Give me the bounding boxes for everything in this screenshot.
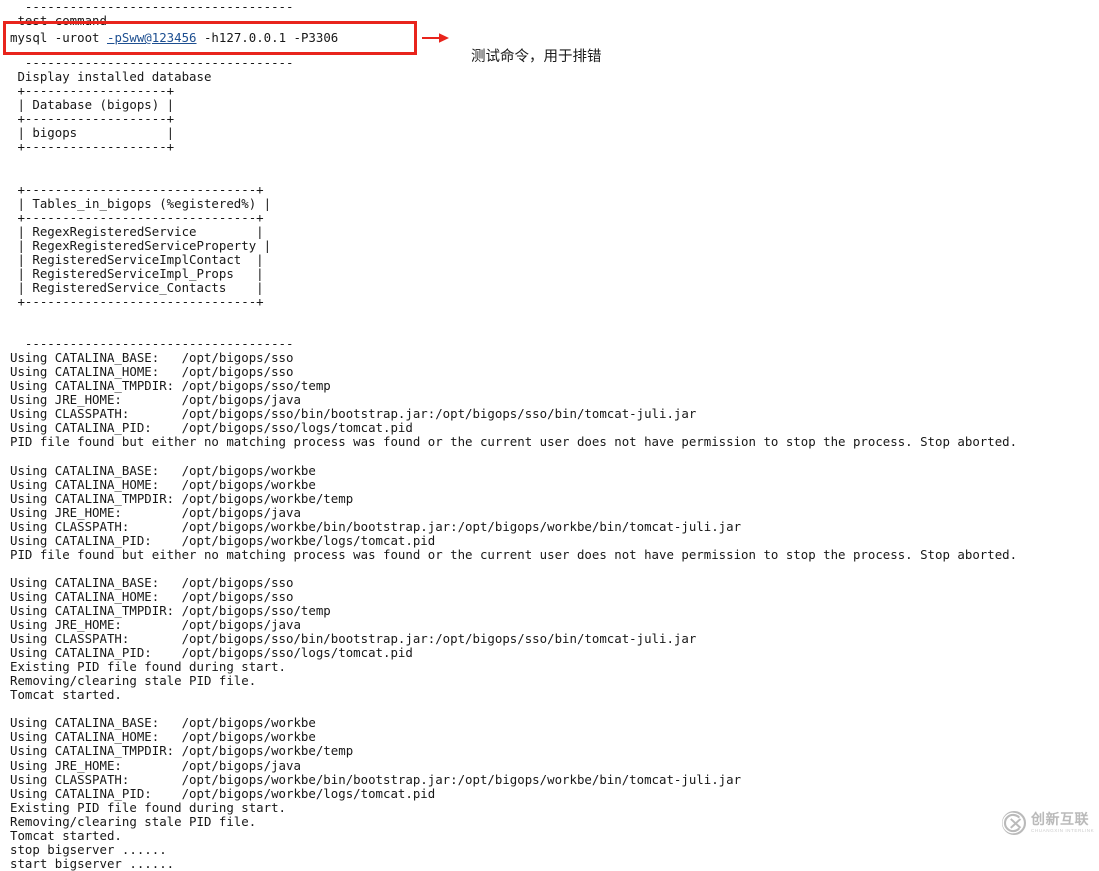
terminal-line: | RegisteredServiceImplContact | xyxy=(10,251,264,267)
terminal-line: Removing/clearing stale PID file. xyxy=(10,673,257,689)
terminal-line: Using CATALINA_BASE: /opt/bigops/sso xyxy=(10,574,294,590)
command-suffix: -h127.0.0.1 -P3306 xyxy=(196,30,339,45)
terminal-line: +-------------------------------+ xyxy=(10,209,264,225)
watermark: 创新互联 CHUANGXIN INTERLINK xyxy=(999,804,1095,842)
terminal-line: Using CATALINA_HOME: /opt/bigops/sso xyxy=(10,364,294,380)
terminal-line: start bigserver ...... xyxy=(10,855,175,871)
terminal-line: Using JRE_HOME: /opt/bigops/java xyxy=(10,617,301,633)
test-command-line: mysql -uroot -pSww@123456 -h127.0.0.1 -P… xyxy=(10,30,339,45)
terminal-line: Using CATALINA_BASE: /opt/bigops/workbe xyxy=(10,715,316,731)
terminal-line: Existing PID file found during start. xyxy=(10,659,287,675)
terminal-line: Using CATALINA_TMPDIR: /opt/bigops/sso/t… xyxy=(10,603,331,619)
terminal-line: Using CLASSPATH: /opt/bigops/sso/bin/boo… xyxy=(10,631,697,647)
terminal-line: Using CLASSPATH: /opt/bigops/workbe/bin/… xyxy=(10,771,742,787)
terminal-line: +-------------------+ xyxy=(10,83,175,99)
terminal-line: Using CLASSPATH: /opt/bigops/workbe/bin/… xyxy=(10,518,742,534)
terminal-line: Using JRE_HOME: /opt/bigops/java xyxy=(10,392,301,408)
terminal-line: ------------------------------------ xyxy=(10,336,294,352)
terminal-line: Using CATALINA_TMPDIR: /opt/bigops/workb… xyxy=(10,490,354,506)
terminal-line: Using CATALINA_PID: /opt/bigops/sso/logs… xyxy=(10,645,413,661)
terminal-line: Tomcat started. xyxy=(10,687,122,703)
terminal-line: Using JRE_HOME: /opt/bigops/java xyxy=(10,757,301,773)
terminal-line: | Tables_in_bigops (%egistered%) | xyxy=(10,195,272,211)
terminal-line: +-------------------------------+ xyxy=(10,181,264,197)
terminal-line: Using CATALINA_HOME: /opt/bigops/sso xyxy=(10,588,294,604)
watermark-logo-icon xyxy=(1001,810,1027,836)
terminal-line: | RegisteredService_Contacts | xyxy=(10,279,264,295)
terminal-line: | RegisteredServiceImpl_Props | xyxy=(10,265,264,281)
terminal-line: Tomcat started. xyxy=(10,827,122,843)
terminal-line: Using CATALINA_PID: /opt/bigops/workbe/l… xyxy=(10,532,436,548)
terminal-line-list: ------------------------------------ tes… xyxy=(0,0,1099,871)
terminal-line: | RegexRegisteredService | xyxy=(10,223,264,239)
watermark-text: 创新互联 CHUANGXIN INTERLINK xyxy=(1031,813,1094,834)
terminal-line: +-------------------+ xyxy=(10,111,175,127)
terminal-line: +-------------------------------+ xyxy=(10,293,264,309)
terminal-line: ------------------------------------ xyxy=(10,0,294,14)
watermark-cn-label: 创新互联 xyxy=(1031,811,1089,828)
terminal-line: +-------------------+ xyxy=(10,139,175,155)
terminal-line: Using CATALINA_BASE: /opt/bigops/workbe xyxy=(10,462,316,478)
terminal-line: | bigops | xyxy=(10,125,175,141)
terminal-line: Using JRE_HOME: /opt/bigops/java xyxy=(10,504,301,520)
terminal-line: Using CATALINA_TMPDIR: /opt/bigops/sso/t… xyxy=(10,378,331,394)
terminal-line: PID file found but either no matching pr… xyxy=(10,546,1018,562)
terminal-line: Using CLASSPATH: /opt/bigops/sso/bin/boo… xyxy=(10,406,697,422)
watermark-en-label: CHUANGXIN INTERLINK xyxy=(1031,827,1095,833)
terminal-line: Using CATALINA_PID: /opt/bigops/sso/logs… xyxy=(10,420,413,436)
annotation-arrow-icon xyxy=(422,33,449,43)
terminal-output-pane[interactable]: ------------------------------------ tes… xyxy=(0,0,1099,870)
terminal-line: Using CATALINA_BASE: /opt/bigops/sso xyxy=(10,350,294,366)
terminal-line: Using CATALINA_PID: /opt/bigops/workbe/l… xyxy=(10,785,436,801)
terminal-line: | Database (bigops) | xyxy=(10,97,175,113)
terminal-line: Using CATALINA_HOME: /opt/bigops/workbe xyxy=(10,729,316,745)
command-prefix: mysql -uroot xyxy=(10,30,107,45)
terminal-line: Display installed database xyxy=(10,69,212,85)
terminal-line: Existing PID file found during start. xyxy=(10,799,287,815)
annotation-note-text: 测试命令，用于排错 xyxy=(471,49,602,65)
command-password-link[interactable]: -pSww@123456 xyxy=(107,30,197,45)
terminal-line: | RegexRegisteredServiceProperty | xyxy=(10,237,272,253)
terminal-line: Removing/clearing stale PID file. xyxy=(10,813,257,829)
terminal-line: Using CATALINA_HOME: /opt/bigops/workbe xyxy=(10,476,316,492)
terminal-line: Using CATALINA_TMPDIR: /opt/bigops/workb… xyxy=(10,743,354,759)
terminal-line: PID file found but either no matching pr… xyxy=(10,434,1018,450)
